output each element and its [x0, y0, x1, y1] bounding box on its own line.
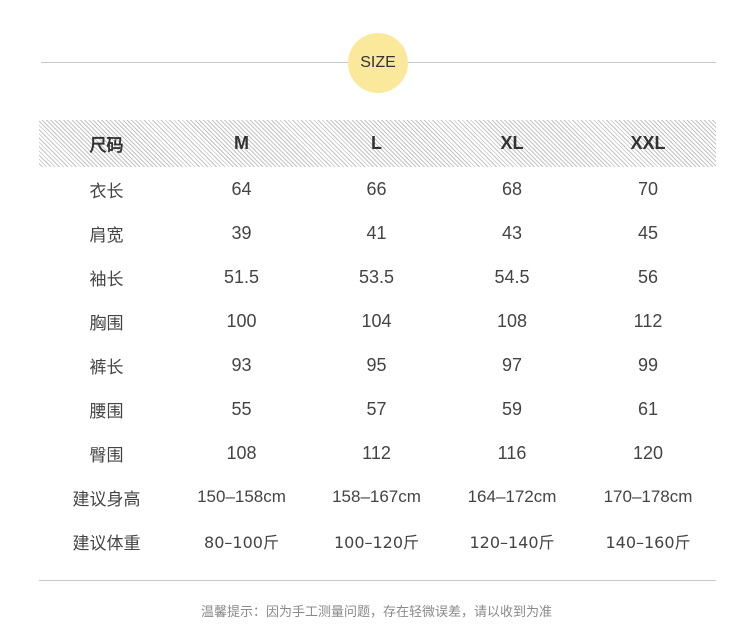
table-cell: 158–167cm: [332, 487, 421, 506]
size-chart-table: 尺码 M L XL XXL 衣长 64 66 68 70 肩宽 39 41 43…: [39, 120, 716, 563]
size-header-row: 尺码 M L XL XXL: [39, 120, 716, 167]
table-row: 衣长 64 66 68 70: [39, 167, 716, 211]
table-cell: 108: [226, 442, 257, 463]
row-label: 腰围: [89, 401, 124, 422]
table-cell: 53.5: [358, 266, 395, 287]
table-cell: 95: [366, 354, 387, 375]
table-cell: 64: [231, 178, 252, 199]
table-row: 建议身高 150–158cm 158–167cm 164–172cm 170–1…: [39, 475, 716, 519]
table-cell: 150–158cm: [197, 487, 286, 506]
table-cell: 108: [496, 310, 528, 331]
table-cell: 112: [633, 310, 663, 331]
table-row: 袖长 51.5 53.5 54.5 56: [39, 255, 716, 299]
header-cell-xl: XL: [500, 133, 524, 153]
table-row: 胸围 100 104 108 112: [39, 299, 716, 343]
row-label: 衣长: [89, 181, 124, 202]
table-cell: 61: [637, 398, 659, 419]
table-cell: 66: [366, 178, 387, 199]
table-cell: 68: [501, 178, 523, 199]
table-cell: 116: [497, 442, 527, 463]
row-label: 建议身高: [72, 489, 141, 510]
table-cell: 99: [637, 354, 659, 375]
size-badge-label: SIZE: [360, 54, 396, 71]
table-cell: 56: [637, 266, 659, 287]
table-cell: 170–178cm: [603, 487, 693, 506]
row-label: 胸围: [89, 313, 124, 334]
table-cell: 43: [501, 222, 523, 243]
footer-divider-line: [39, 580, 716, 581]
header-cell-size: 尺码: [89, 136, 124, 156]
table-cell: 120–140斤: [469, 533, 555, 552]
header-cell-xxl: XXL: [630, 133, 666, 153]
row-label: 裤长: [89, 357, 124, 378]
header-cell-m: M: [234, 133, 249, 153]
row-label: 建议体重: [72, 533, 141, 554]
size-badge: SIZE: [348, 33, 408, 93]
table-cell: 70: [637, 178, 659, 199]
measurement-disclaimer: 温馨提示：因为手工测量问题，存在轻微误差，请以收到为准: [200, 605, 552, 620]
table-cell: 59: [501, 398, 523, 419]
table-cell: 97: [501, 354, 523, 375]
row-label: 臀围: [89, 445, 124, 466]
table-cell: 93: [231, 354, 252, 375]
table-cell: 45: [637, 222, 659, 243]
row-label: 袖长: [89, 269, 124, 290]
table-cell: 164–172cm: [467, 487, 557, 506]
table-cell: 57: [366, 398, 387, 419]
table-row: 建议体重 80–100斤 100–120斤 120–140斤 140–160斤: [39, 519, 716, 563]
table-cell: 55: [231, 398, 252, 419]
table-cell: 120: [632, 442, 664, 463]
table-row: 肩宽 39 41 43 45: [39, 211, 716, 255]
table-cell: 140–160斤: [605, 533, 691, 552]
table-row: 裤长 93 95 97 99: [39, 343, 716, 387]
table-cell: 100–120斤: [333, 533, 420, 552]
table-cell: 80–100斤: [204, 533, 279, 552]
row-label: 肩宽: [89, 225, 124, 246]
header-cell-l: L: [371, 133, 382, 153]
table-row: 臀围 108 112 116 120: [39, 431, 716, 475]
table-cell: 54.5: [494, 266, 530, 287]
table-cell: 100: [226, 310, 257, 331]
table-cell: 51.5: [223, 266, 260, 287]
table-cell: 41: [366, 222, 387, 243]
table-cell: 112: [362, 442, 391, 463]
table-cell: 104: [361, 310, 392, 331]
table-cell: 39: [231, 222, 252, 243]
table-row: 腰围 55 57 59 61: [39, 387, 716, 431]
